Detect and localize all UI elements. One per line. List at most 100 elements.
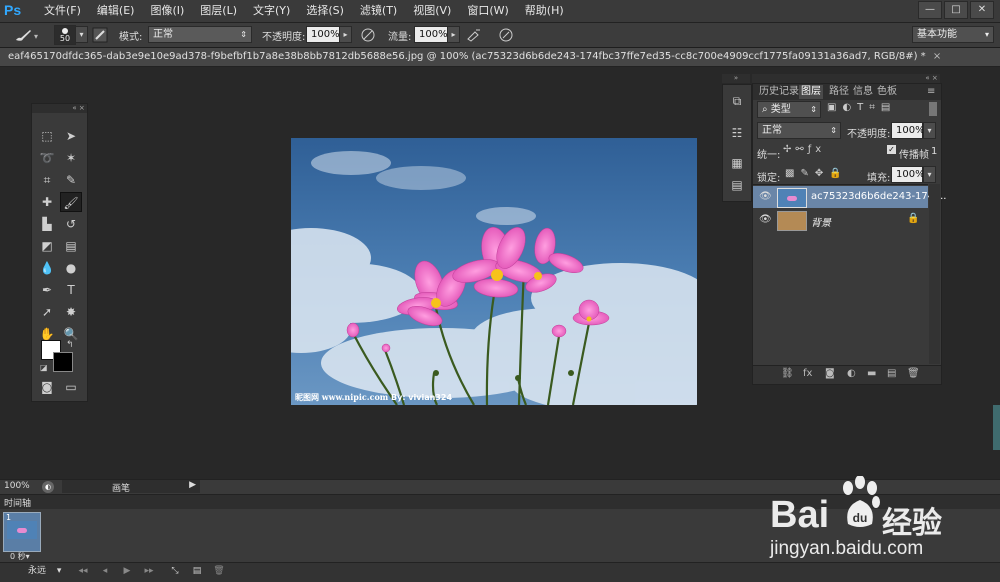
healing-brush-tool-icon[interactable]: ✚ (36, 192, 58, 212)
pen-tool-icon[interactable]: ✒ (36, 280, 58, 300)
timeline-title[interactable]: 时间轴 (4, 496, 31, 509)
blur-tool-icon[interactable]: 💧 (36, 258, 58, 278)
status-info-icon[interactable]: ◐ (42, 481, 54, 493)
flow-dropdown[interactable]: ▸ (447, 26, 460, 43)
dodge-tool-icon[interactable]: ● (60, 258, 82, 278)
brush-size-picker[interactable]: 50 (54, 25, 76, 45)
layer-row-image[interactable]: 👁 ac75323d6b6de243-174f... (753, 186, 946, 208)
menu-image[interactable]: 图像(I) (142, 3, 192, 19)
collapse-icon[interactable]: « (925, 74, 929, 82)
menu-file[interactable]: 文件(F) (36, 3, 89, 19)
quick-mask-icon[interactable]: ◙ (36, 377, 58, 397)
background-color-swatch[interactable] (53, 352, 73, 372)
unify-icons[interactable]: ✢⚯ƒx (783, 144, 825, 155)
play-animation-icon[interactable]: ▶ (118, 564, 136, 578)
airbrush-icon[interactable] (466, 27, 482, 43)
play-icon[interactable]: ▶ (189, 480, 196, 490)
group-icon[interactable]: ▬ (867, 368, 876, 379)
panel-menu-icon[interactable]: ≡ (925, 85, 937, 99)
tab-layers[interactable]: 图层 (799, 85, 823, 99)
zoom-level[interactable]: 100% (4, 481, 30, 491)
layer-filter-select[interactable]: ⌕ 类型 ⇕ (757, 101, 821, 118)
magic-wand-tool-icon[interactable]: ✶ (60, 148, 82, 168)
eraser-tool-icon[interactable]: ◩ (36, 236, 58, 256)
screen-mode-icon[interactable]: ▭ (60, 377, 82, 397)
flow-input[interactable]: 100% (414, 26, 448, 43)
gradient-tool-icon[interactable]: ▤ (60, 236, 82, 256)
tab-close-button[interactable]: × (933, 51, 941, 62)
tab-info[interactable]: 信息 (851, 85, 875, 99)
link-icon[interactable]: ⛓ (781, 368, 794, 379)
layer-opacity-input[interactable]: 100% (891, 122, 925, 139)
tab-history[interactable]: 历史记录 (757, 85, 801, 99)
brush-panel-toggle-icon[interactable] (92, 27, 108, 43)
new-layer-icon[interactable]: ▤ (887, 368, 896, 379)
close-button[interactable]: ✕ (970, 1, 994, 19)
layer-name[interactable]: ac75323d6b6de243-174f... (811, 191, 946, 202)
marquee-tool-icon[interactable]: ⬚ (36, 126, 58, 146)
tab-paths[interactable]: 路径 (827, 85, 851, 99)
propagate-checkbox[interactable]: ✓ (887, 145, 896, 154)
fx-icon[interactable]: fx (803, 368, 812, 379)
history-brush-tool-icon[interactable]: ↺ (60, 214, 82, 234)
tool-preset-dropdown-icon[interactable]: ▾ (34, 32, 38, 41)
collapse-icon[interactable]: « (72, 104, 76, 112)
trash-icon[interactable]: 🗑 (907, 368, 920, 379)
layers-panel-header[interactable]: « × (752, 74, 940, 83)
notes-panel-icon[interactable]: ▤ (726, 175, 748, 195)
next-frame-icon[interactable]: ▸▸ (140, 564, 158, 578)
opacity-input[interactable]: 100% (306, 26, 340, 43)
side-scroll-tab[interactable] (993, 405, 1000, 450)
type-tool-icon[interactable]: T (60, 280, 82, 300)
menu-edit[interactable]: 编辑(E) (89, 3, 143, 19)
brush-size-dropdown[interactable]: ▾ (75, 26, 88, 43)
pressure-opacity-icon[interactable] (360, 27, 376, 43)
layer-name[interactable]: 背景 (811, 214, 831, 229)
document-canvas[interactable]: 昵图网 www.nipic.com By: vivian324 (291, 138, 697, 405)
custom-shape-tool-icon[interactable]: ✸ (60, 302, 82, 322)
menu-layer[interactable]: 图层(L) (192, 3, 245, 19)
adjustments-panel-icon[interactable]: ☷ (726, 123, 748, 143)
crop-tool-icon[interactable]: ⌗ (36, 170, 58, 190)
menu-filter[interactable]: 滤镜(T) (352, 3, 405, 19)
brush-tab[interactable]: 画笔 ▶ (62, 480, 200, 494)
blend-mode-select[interactable]: 正常 ⇕ (757, 122, 841, 139)
eye-icon[interactable]: 👁 (759, 214, 772, 225)
menu-window[interactable]: 窗口(W) (459, 3, 516, 19)
minimize-button[interactable]: — (918, 1, 942, 19)
tools-panel-header[interactable]: « × (32, 104, 87, 113)
pressure-size-icon[interactable] (498, 27, 514, 43)
path-selection-tool-icon[interactable]: ➚ (36, 302, 58, 322)
menu-type[interactable]: 文字(Y) (245, 3, 298, 19)
default-colors-icon[interactable]: ◪ (40, 363, 48, 372)
previous-frame-icon[interactable]: ◂ (96, 564, 114, 578)
swap-colors-icon[interactable]: ↰ (66, 340, 74, 350)
adjustment-icon[interactable]: ◐ (847, 368, 856, 379)
document-tab[interactable]: eaf465170dfdc365-dab3e9e10e9ad378-f9befb… (8, 51, 941, 62)
workspace-select[interactable]: 基本功能 ▾ (912, 26, 994, 43)
properties-panel-icon[interactable]: ▦ (726, 153, 748, 173)
fill-input[interactable]: 100% (891, 166, 925, 183)
lasso-tool-icon[interactable]: ➰ (36, 148, 58, 168)
tween-icon[interactable]: ⤡ (166, 564, 184, 578)
fill-dropdown[interactable]: ▾ (923, 166, 936, 183)
layer-opacity-dropdown[interactable]: ▾ (923, 122, 936, 139)
brush-tool-icon[interactable] (14, 28, 32, 42)
menu-select[interactable]: 选择(S) (298, 3, 352, 19)
eyedropper-tool-icon[interactable]: ✎ (60, 170, 82, 190)
panel-close-icon[interactable]: × (932, 74, 938, 82)
tab-swatches[interactable]: 色板 (875, 85, 899, 99)
brush-tool-icon[interactable]: 🖌 (60, 192, 82, 212)
mode-select[interactable]: 正常 ⇕ (148, 26, 252, 43)
panel-close-icon[interactable]: × (79, 104, 85, 112)
layer-filter-icons[interactable]: ▣◐T⌗▤ (827, 102, 896, 113)
mask-icon[interactable]: ◙ (825, 368, 835, 379)
history-panel-icon[interactable]: ⧉ (726, 91, 748, 111)
menu-help[interactable]: 帮助(H) (517, 3, 572, 19)
move-tool-icon[interactable]: ➤ (60, 126, 82, 146)
filter-toggle[interactable] (929, 102, 937, 116)
frame-delay[interactable]: 0 秒▾ (10, 551, 30, 562)
delete-frame-icon[interactable]: 🗑 (210, 564, 228, 578)
layers-scrollbar[interactable] (929, 184, 940, 364)
clone-stamp-tool-icon[interactable]: ▙ (36, 214, 58, 234)
